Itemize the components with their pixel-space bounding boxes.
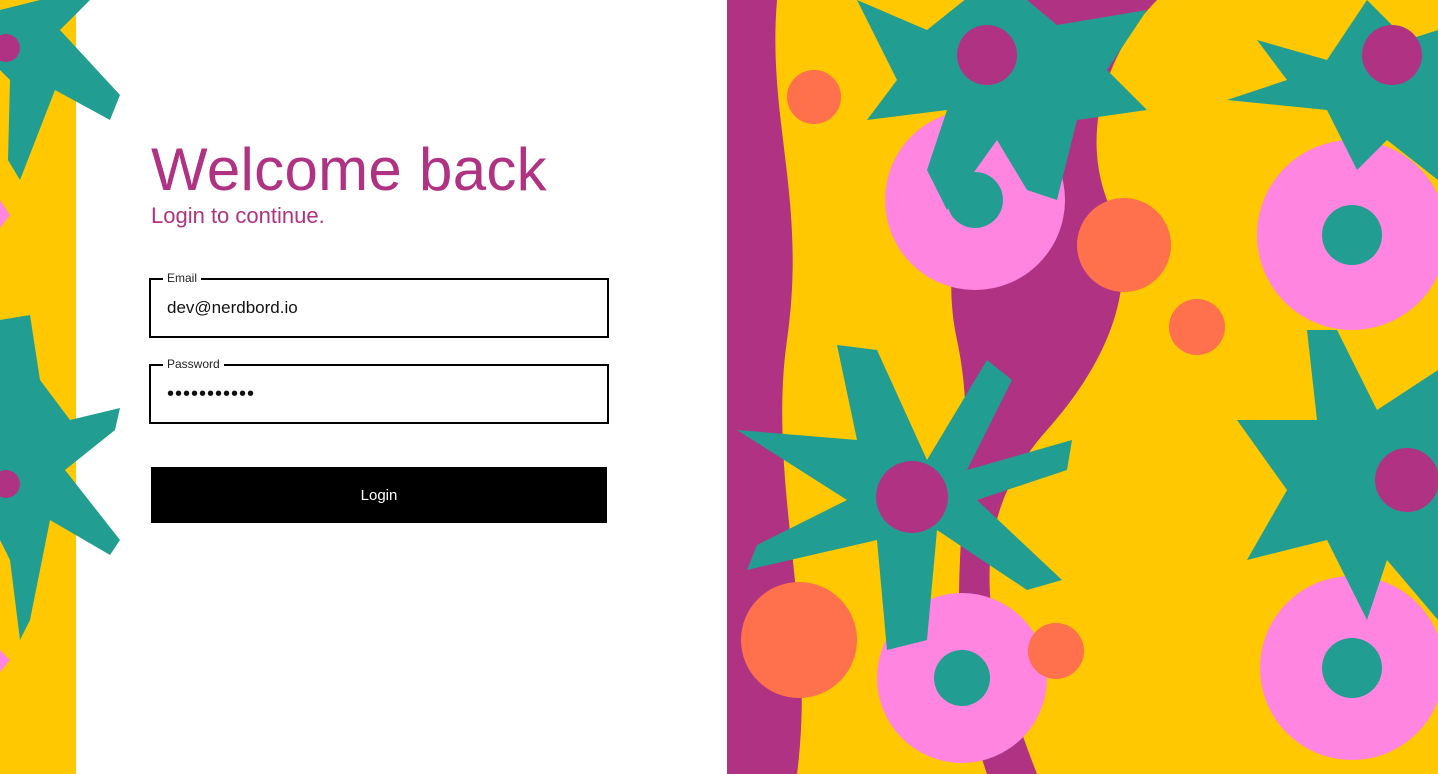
login-panel: Welcome back Login to continue. Email Pa… <box>149 0 611 774</box>
decorative-pattern-left <box>0 0 120 774</box>
password-field: Password <box>149 357 609 424</box>
decorative-pattern-right <box>727 0 1438 774</box>
login-button[interactable]: Login <box>151 467 607 523</box>
password-input[interactable] <box>151 366 607 422</box>
page-title: Welcome back <box>151 136 547 203</box>
email-input[interactable] <box>151 280 607 336</box>
page-subtitle: Login to continue. <box>151 203 325 228</box>
email-field: Email <box>149 271 609 338</box>
